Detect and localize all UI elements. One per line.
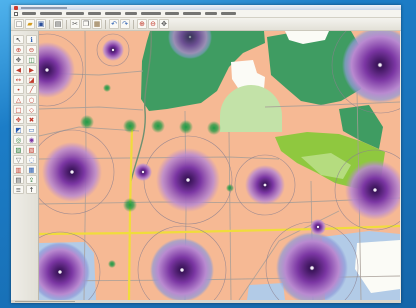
menu-item[interactable]	[105, 12, 121, 15]
menu-bar	[11, 10, 401, 18]
redo-icon[interactable]: ↷	[120, 19, 130, 29]
toolbar-group: ✂ ❐ ▦	[70, 19, 102, 29]
hotspot-center	[373, 188, 377, 192]
hotspot-center	[316, 225, 320, 229]
chart-icon[interactable]: ▥	[13, 165, 24, 174]
tool-palette: ↖ ℹ ⊕ ⊖ ✥ ◫ ◀ ▶ ↔ ◪ • ╱ △ ○ □ ◇ ✥ ✖ ◩ ▭ ◎ ◉ ▨ ▧ ▽ ◌ ▥ ▦ ▤ ⇪ ≡ ↑	[11, 31, 39, 300]
green-point	[226, 184, 234, 192]
previous-extent-icon[interactable]: ◀	[13, 65, 24, 74]
next-extent-icon[interactable]: ▶	[26, 65, 37, 74]
toolbar-group: ↶ ↷	[109, 19, 130, 29]
pan-icon[interactable]: ✥	[159, 19, 169, 29]
green-point	[151, 119, 165, 133]
map-view[interactable]	[39, 31, 400, 300]
legend-icon[interactable]: ≡	[13, 185, 24, 194]
layer-remove-icon[interactable]: ▧	[26, 145, 37, 154]
hotspot-center	[378, 63, 382, 67]
map-canvas[interactable]	[39, 31, 400, 300]
open-folder-icon[interactable]: ▰	[25, 19, 35, 29]
toolbar-separator	[66, 19, 67, 29]
green-point	[103, 84, 111, 92]
query-icon[interactable]: ◌	[26, 155, 37, 164]
zoom-in-icon[interactable]: ⊕	[13, 45, 24, 54]
green-point	[207, 121, 221, 135]
menu-item[interactable]	[141, 12, 161, 15]
edit-vertex-icon[interactable]: ◇	[26, 105, 37, 114]
undo-icon[interactable]: ↶	[109, 19, 119, 29]
menu-item[interactable]	[221, 12, 236, 15]
hotspot-center	[310, 266, 314, 270]
toolbar-separator	[49, 19, 50, 29]
full-extent-icon[interactable]: ◫	[26, 55, 37, 64]
toolbar-group: ⊕ ⊖ ✥	[137, 19, 169, 29]
menu-item[interactable]	[125, 12, 137, 15]
window-caption	[21, 6, 67, 9]
toolbar-group: ▤	[53, 19, 63, 29]
menu-item[interactable]	[88, 12, 101, 15]
pan-icon[interactable]: ✥	[13, 55, 24, 64]
filter-icon[interactable]: ▽	[13, 155, 24, 164]
layer-add-icon[interactable]: ▨	[13, 145, 24, 154]
green-point	[123, 198, 137, 212]
draw-line-icon[interactable]: ╱	[26, 85, 37, 94]
menu-item[interactable]	[165, 12, 179, 15]
workspace: ↖ ℹ ⊕ ⊖ ✥ ◫ ◀ ▶ ↔ ◪ • ╱ △ ○ □ ◇ ✥ ✖ ◩ ▭ ◎ ◉ ▨ ▧ ▽ ◌ ▥ ▦ ▤ ⇪ ≡ ↑	[11, 31, 401, 300]
move-feature-icon[interactable]: ✥	[13, 115, 24, 124]
hotspot-center	[186, 178, 190, 182]
hotspot-center	[58, 270, 62, 274]
draw-polygon-icon[interactable]: △	[13, 95, 24, 104]
hotspot-center	[263, 183, 267, 187]
toolbar-group: □ ▰ ▣	[14, 19, 46, 29]
hotspot-center	[45, 68, 49, 72]
app-icon	[14, 5, 18, 10]
status-field	[15, 301, 75, 302]
north-arrow-icon[interactable]: ↑	[26, 185, 37, 194]
menu-item[interactable]	[40, 12, 62, 15]
print-icon[interactable]: ▤	[53, 19, 63, 29]
cut-icon[interactable]: ✂	[70, 19, 80, 29]
heatmap-icon[interactable]: ◉	[26, 135, 37, 144]
green-point	[80, 115, 94, 129]
hotspot-center	[141, 170, 145, 174]
blue-zone	[247, 283, 285, 300]
measure-area-icon[interactable]: ◪	[26, 75, 37, 84]
zoom-in-icon[interactable]: ⊕	[137, 19, 147, 29]
table-icon[interactable]: ▦	[26, 165, 37, 174]
main-toolbar: □ ▰ ▣ ▤ ✂ ❐ ▦ ↶ ↷ ⊕ ⊖ ✥	[11, 18, 401, 31]
green-point	[108, 260, 116, 268]
copy-icon[interactable]: ❐	[81, 19, 91, 29]
label-icon[interactable]: ◩	[13, 125, 24, 134]
status-bar	[11, 300, 401, 303]
draw-circle-icon[interactable]: ○	[26, 95, 37, 104]
menu-item[interactable]	[66, 12, 84, 15]
zoom-out-icon[interactable]: ⊖	[148, 19, 158, 29]
text-icon[interactable]: ▭	[26, 125, 37, 134]
identify-icon[interactable]: ℹ	[26, 35, 37, 44]
select-icon[interactable]: ↖	[13, 35, 24, 44]
toolbar-separator	[133, 19, 134, 29]
draw-point-icon[interactable]: •	[13, 85, 24, 94]
export-icon[interactable]: ⇪	[26, 175, 37, 184]
hotspot-center	[111, 48, 115, 52]
draw-rectangle-icon[interactable]: □	[13, 105, 24, 114]
buffer-icon[interactable]: ◎	[13, 135, 24, 144]
menu-item[interactable]	[22, 12, 36, 15]
document-icon[interactable]	[14, 11, 18, 16]
menu-item[interactable]	[183, 12, 201, 15]
print-map-icon[interactable]: ▤	[13, 175, 24, 184]
menu-item[interactable]	[205, 12, 217, 15]
toolbar-separator	[105, 19, 106, 29]
zoom-out-icon[interactable]: ⊖	[26, 45, 37, 54]
gis-application-window: □ ▰ ▣ ▤ ✂ ❐ ▦ ↶ ↷ ⊕ ⊖ ✥ ↖ ℹ ⊕ ⊖ ✥ ◫ ◀ ▶ ↔ ◪ • ╱ △ ○ □ ◇ ✥ ✖ ◩ ▭ ◎ ◉ ▨ ▧ ▽ ◌ ▥…	[11, 5, 401, 303]
new-file-icon[interactable]: □	[14, 19, 24, 29]
hotspot-center	[180, 268, 184, 272]
save-icon[interactable]: ▣	[36, 19, 46, 29]
measure-distance-icon[interactable]: ↔	[13, 75, 24, 84]
green-point	[123, 119, 137, 133]
paste-icon[interactable]: ▦	[92, 19, 102, 29]
delete-feature-icon[interactable]: ✖	[26, 115, 37, 124]
hotspot-center	[70, 170, 74, 174]
green-point	[179, 120, 193, 134]
